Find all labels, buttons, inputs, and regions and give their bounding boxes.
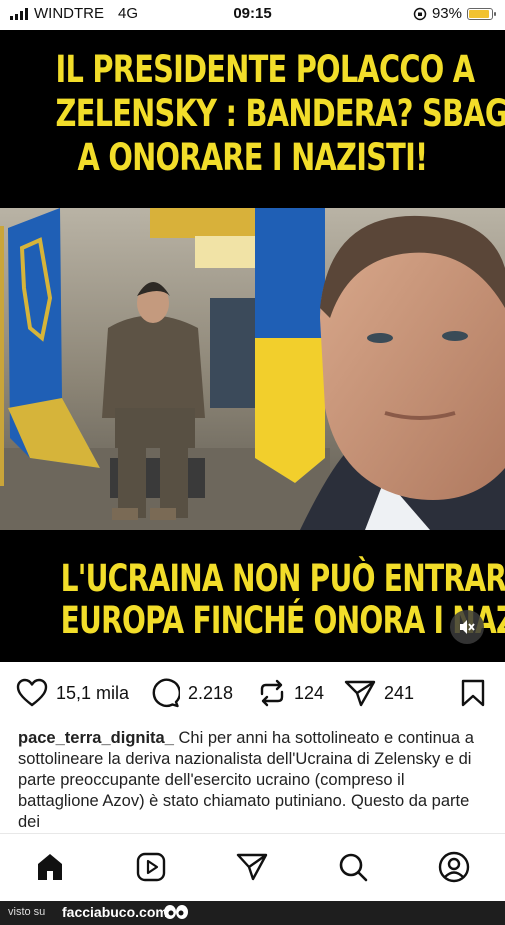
- watermark-prefix: visto su: [8, 906, 46, 918]
- share-count: 241: [384, 682, 415, 703]
- nav-direct[interactable]: [235, 850, 269, 884]
- headline-line: ZELENSKY : BANDERA? SBAGLI: [55, 92, 505, 135]
- repost-button[interactable]: 124: [258, 678, 324, 708]
- nav-profile[interactable]: [437, 850, 471, 884]
- send-icon: [344, 680, 376, 707]
- search-icon: [339, 853, 368, 882]
- username-link[interactable]: pace_terra_dignita_: [18, 729, 174, 747]
- share-button[interactable]: 241: [344, 678, 414, 708]
- eyes-logo-icon: [164, 905, 188, 919]
- comment-icon: [152, 678, 180, 708]
- save-button[interactable]: [460, 678, 486, 708]
- repost-icon: [260, 679, 284, 707]
- comment-button[interactable]: 2.218: [150, 678, 233, 708]
- like-button[interactable]: 15,1 mila: [16, 678, 129, 708]
- mute-button[interactable]: [450, 610, 484, 644]
- headline-line: IL PRESIDENTE POLACCO A: [55, 48, 476, 91]
- home-icon: [38, 854, 62, 880]
- battery-icon: [467, 7, 496, 20]
- bottom-nav: [0, 833, 505, 902]
- nav-home[interactable]: [33, 850, 67, 884]
- bookmark-icon: [461, 679, 485, 707]
- status-bar: WINDTRE 4G 09:15 93%: [0, 0, 505, 28]
- heart-icon: [16, 678, 48, 707]
- post-description: pace_terra_dignita_ Chi per anni ha sott…: [18, 728, 488, 833]
- post-caption-overlay: L'UCRAINA NON PUÒ ENTRARE IN EUROPA FINC…: [60, 557, 505, 642]
- post-image[interactable]: IL PRESIDENTE POLACCO A ZELENSKY : BANDE…: [0, 30, 505, 662]
- battery-percent: 93%: [431, 5, 462, 22]
- post-headline: IL PRESIDENTE POLACCO A ZELENSKY : BANDE…: [55, 48, 505, 180]
- repost-count: 124: [294, 682, 325, 703]
- battery-info: 93%: [413, 5, 496, 22]
- speaker-muted-icon: [460, 620, 475, 634]
- direct-icon: [236, 853, 268, 881]
- like-count: 15,1 mila: [56, 682, 130, 703]
- watermark-site[interactable]: facciabuco.com: [62, 904, 168, 920]
- profile-icon: [438, 851, 470, 883]
- watermark-bar: visto su facciabuco.com: [0, 901, 505, 925]
- news-photo: [0, 208, 505, 530]
- post-actions: 15,1 mila 2.218 124 241: [0, 670, 505, 720]
- caption-line: L'UCRAINA NON PUÒ ENTRARE IN: [60, 557, 505, 600]
- orientation-lock-icon: [413, 7, 427, 20]
- headline-line: A ONORARE I NAZISTI!: [77, 136, 429, 179]
- nav-search[interactable]: [336, 850, 370, 884]
- nav-reels[interactable]: [134, 850, 168, 884]
- reels-icon: [136, 852, 166, 882]
- comment-count: 2.218: [188, 682, 234, 703]
- caption-line: EUROPA FINCHÉ ONORA I NAZISTI: [60, 599, 505, 642]
